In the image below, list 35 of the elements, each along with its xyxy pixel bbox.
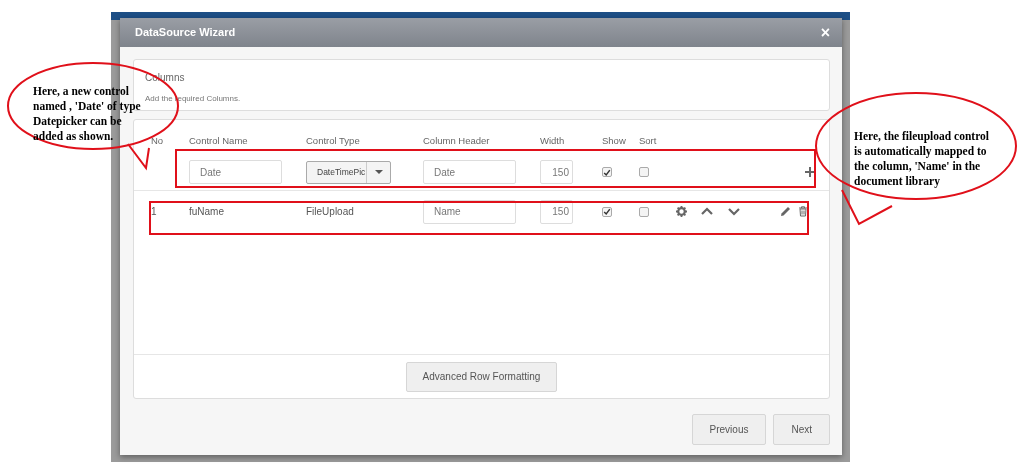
column-heading: Control Name bbox=[189, 133, 249, 148]
pencil-icon[interactable] bbox=[780, 206, 791, 217]
column-heading: Column Header bbox=[423, 133, 491, 148]
checkbox[interactable] bbox=[639, 206, 649, 217]
chevron-down-icon[interactable] bbox=[728, 207, 740, 216]
callout-text: Here, the fileupload control is automatically mapped to the column, 'Name' in the document library bbox=[854, 129, 989, 189]
checkbox[interactable] bbox=[602, 167, 612, 177]
trash-icon[interactable] bbox=[798, 206, 808, 217]
wizard-button[interactable]: Next bbox=[773, 414, 830, 445]
checkbox[interactable] bbox=[639, 167, 649, 177]
column-heading: Sort bbox=[639, 133, 658, 148]
column-heading: Width bbox=[540, 133, 566, 148]
table-cell-text: FileUpload bbox=[306, 205, 355, 219]
input-field[interactable]: 150 bbox=[540, 160, 573, 184]
check-icon bbox=[603, 167, 611, 177]
chevron-up-icon[interactable] bbox=[701, 207, 713, 216]
caret-icon bbox=[374, 170, 383, 174]
column-heading: Control Type bbox=[306, 133, 361, 148]
column-heading: No bbox=[151, 133, 165, 148]
column-heading: Show bbox=[602, 133, 627, 148]
wizard-button[interactable]: Previous bbox=[691, 414, 767, 445]
input-field[interactable]: Date bbox=[423, 160, 516, 184]
table-cell-text: 1 bbox=[151, 205, 158, 219]
input-field[interactable]: Date bbox=[189, 160, 282, 184]
plus-icon[interactable] bbox=[805, 167, 815, 177]
input-field[interactable]: 150 bbox=[540, 199, 573, 224]
settings-icon[interactable] bbox=[676, 206, 687, 217]
advanced-row-formatting-button[interactable]: Advanced Row Formatting bbox=[405, 361, 558, 392]
close-button[interactable]: × bbox=[820, 24, 830, 41]
dropdown[interactable]: DateTimePic bbox=[306, 160, 391, 184]
window-title: DataSource Wizard bbox=[135, 25, 236, 41]
table-cell-text: fuName bbox=[189, 205, 225, 219]
input-field[interactable]: Name bbox=[423, 199, 516, 224]
check-icon bbox=[603, 207, 611, 216]
checkbox[interactable] bbox=[602, 206, 612, 217]
